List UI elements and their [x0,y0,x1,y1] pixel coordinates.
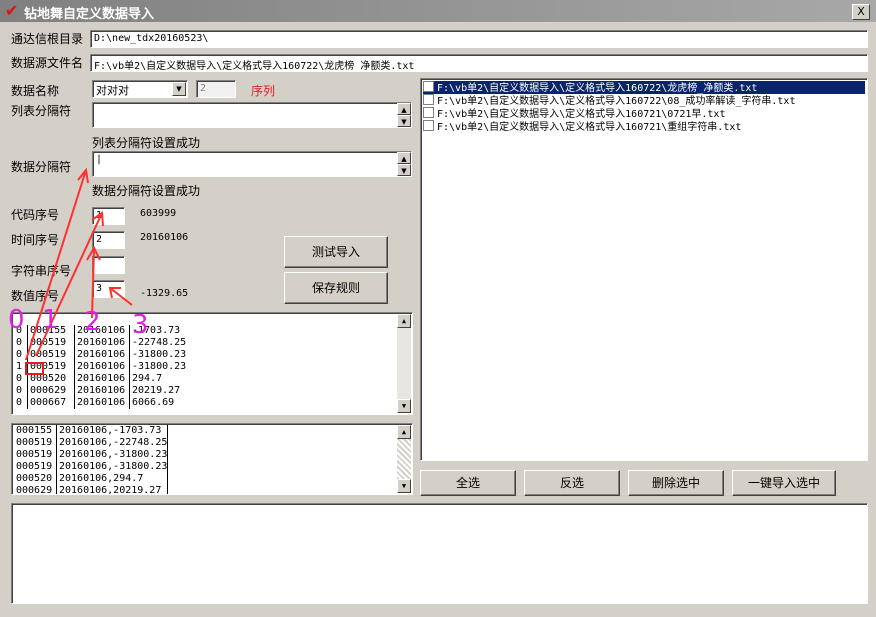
annotation-0: 0 [8,305,25,335]
arrow-3-line [109,287,133,306]
annotation-overlay: 0 1 2 3 [8,167,149,361]
annotation-1: 1 [42,305,59,335]
annotation-3: 3 [132,310,149,340]
annotation-labels: 0 1 2 3 [8,305,149,340]
annotation-2: 2 [84,307,101,337]
